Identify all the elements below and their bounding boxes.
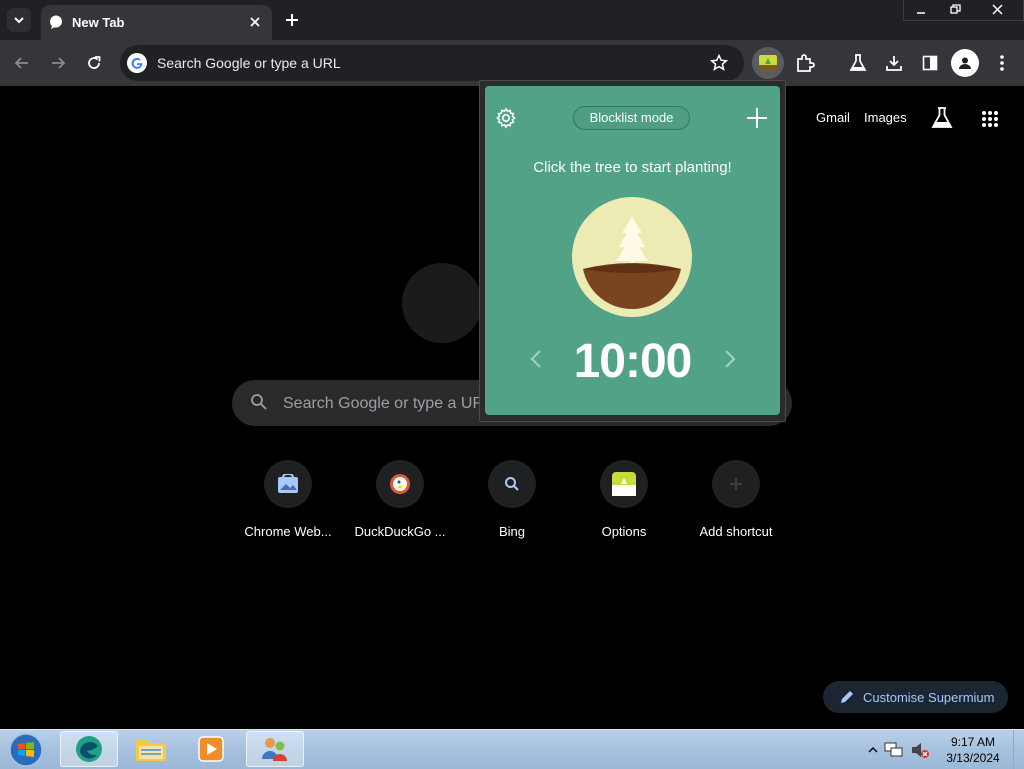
reload-button[interactable] [83, 52, 105, 74]
avatar-icon [959, 57, 971, 69]
ntp-search-placeholder: Search Google or type a URL [283, 395, 493, 412]
address-bar[interactable]: Search Google or type a URL [120, 45, 744, 81]
more-vertical-icon [1000, 55, 1004, 71]
plus-icon [730, 478, 742, 490]
back-button[interactable] [11, 52, 33, 74]
popup-panel: Blocklist mode Click the tree to start p… [485, 86, 780, 415]
windows-logo-icon [9, 733, 43, 767]
shortcut-tile [376, 460, 424, 508]
plus-icon[interactable] [746, 107, 768, 129]
reload-icon [88, 56, 101, 69]
taskbar-browser[interactable] [60, 731, 118, 767]
images-link[interactable]: Images [864, 110, 907, 125]
show-desktop-button[interactable] [1013, 730, 1024, 769]
puzzle-icon [797, 54, 815, 72]
planting-hint: Click the tree to start planting! [533, 159, 732, 176]
pencil-icon [841, 691, 853, 703]
system-tray [868, 738, 930, 762]
media-player-icon [198, 736, 224, 762]
shortcut-bing[interactable]: Bing [456, 460, 568, 550]
shortcut-duckduckgo[interactable]: DuckDuckGo ... [344, 460, 456, 550]
customise-label: Customise Supermium [863, 690, 995, 705]
restore-button[interactable] [938, 0, 972, 19]
new-tab-plus-icon[interactable] [283, 11, 301, 29]
chrome-web-store-icon [278, 474, 298, 493]
shortcut-label: Options [601, 524, 647, 539]
search-icon [505, 477, 519, 491]
shortcut-tile [264, 460, 312, 508]
start-button[interactable] [4, 732, 48, 768]
search-icon [251, 394, 267, 410]
folder-icon [136, 740, 166, 761]
apps-grid-icon[interactable] [981, 110, 999, 128]
labs-button[interactable] [846, 51, 870, 75]
shortcut-tile [600, 460, 648, 508]
taskbar: 9:17 AM 3/13/2024 [0, 729, 1024, 769]
edge-browser-icon [76, 736, 102, 762]
labs-flask-icon[interactable] [931, 106, 953, 130]
side-panel-button[interactable] [918, 51, 942, 75]
restore-icon [949, 4, 961, 14]
taskbar-network-app[interactable] [246, 731, 304, 767]
shortcut-label: Bing [498, 524, 526, 539]
downloads-button[interactable] [882, 51, 906, 75]
tab-new-tab[interactable]: New Tab [41, 5, 272, 40]
blocklist-mode-button[interactable]: Blocklist mode [573, 106, 690, 130]
title-bar: New Tab [0, 0, 1024, 40]
google-icon [127, 53, 147, 73]
shortcut-label: Chrome Web... [244, 524, 332, 539]
forward-button[interactable] [47, 52, 69, 74]
google-g-icon [131, 57, 143, 69]
duckduckgo-icon [390, 474, 410, 494]
network-icon[interactable] [884, 741, 904, 759]
volume-muted-icon[interactable] [910, 741, 930, 759]
star-icon[interactable] [710, 54, 728, 72]
tab-search-button[interactable] [7, 8, 31, 32]
address-bar-placeholder: Search Google or type a URL [157, 55, 341, 71]
tree-icon[interactable] [572, 197, 692, 317]
chat-bubble-icon [50, 15, 62, 29]
taskbar-explorer[interactable] [122, 731, 180, 767]
forest-extension-icon [759, 55, 777, 71]
ntp-logo [402, 263, 482, 343]
minimize-icon [917, 11, 925, 14]
shortcut-tile [488, 460, 536, 508]
close-icon[interactable] [247, 14, 263, 30]
clock-date: 3/13/2024 [946, 751, 1000, 765]
taskbar-media-player[interactable] [182, 731, 240, 767]
chevron-right-icon[interactable] [721, 348, 739, 370]
arrow-left-icon [14, 57, 28, 69]
shortcut-chrome-web-store[interactable]: Chrome Web... [232, 460, 344, 550]
shortcut-add[interactable]: Add shortcut [680, 460, 792, 550]
window-controls [903, 0, 1024, 21]
gmail-link[interactable]: Gmail [816, 110, 850, 125]
tab-title: New Tab [72, 15, 125, 30]
shortcut-label: DuckDuckGo ... [354, 524, 446, 539]
forest-extension-popup: Blocklist mode Click the tree to start p… [479, 80, 786, 422]
extensions-button[interactable] [793, 51, 817, 75]
download-icon [886, 56, 902, 71]
minimize-button[interactable] [904, 0, 938, 19]
taskbar-clock[interactable]: 9:17 AM 3/13/2024 [932, 734, 1014, 766]
customise-button[interactable]: Customise Supermium [823, 681, 1008, 713]
shortcut-options[interactable]: Options [568, 460, 680, 550]
flask-icon [849, 54, 867, 71]
forest-extension-button[interactable] [752, 47, 784, 79]
clock-time: 9:17 AM [950, 735, 996, 749]
arrow-right-icon [52, 57, 66, 69]
close-icon [992, 4, 1003, 15]
chevron-down-icon [14, 17, 24, 24]
close-window-button[interactable] [972, 0, 1023, 19]
users-icon [262, 738, 287, 761]
side-panel-icon [922, 55, 938, 71]
gear-icon[interactable] [495, 107, 517, 129]
menu-button[interactable] [990, 51, 1014, 75]
shortcut-label: Add shortcut [699, 524, 773, 539]
show-hidden-icons-icon[interactable] [868, 745, 878, 755]
shortcut-tile [712, 460, 760, 508]
forest-icon [612, 472, 636, 496]
profile-button[interactable] [951, 49, 979, 77]
